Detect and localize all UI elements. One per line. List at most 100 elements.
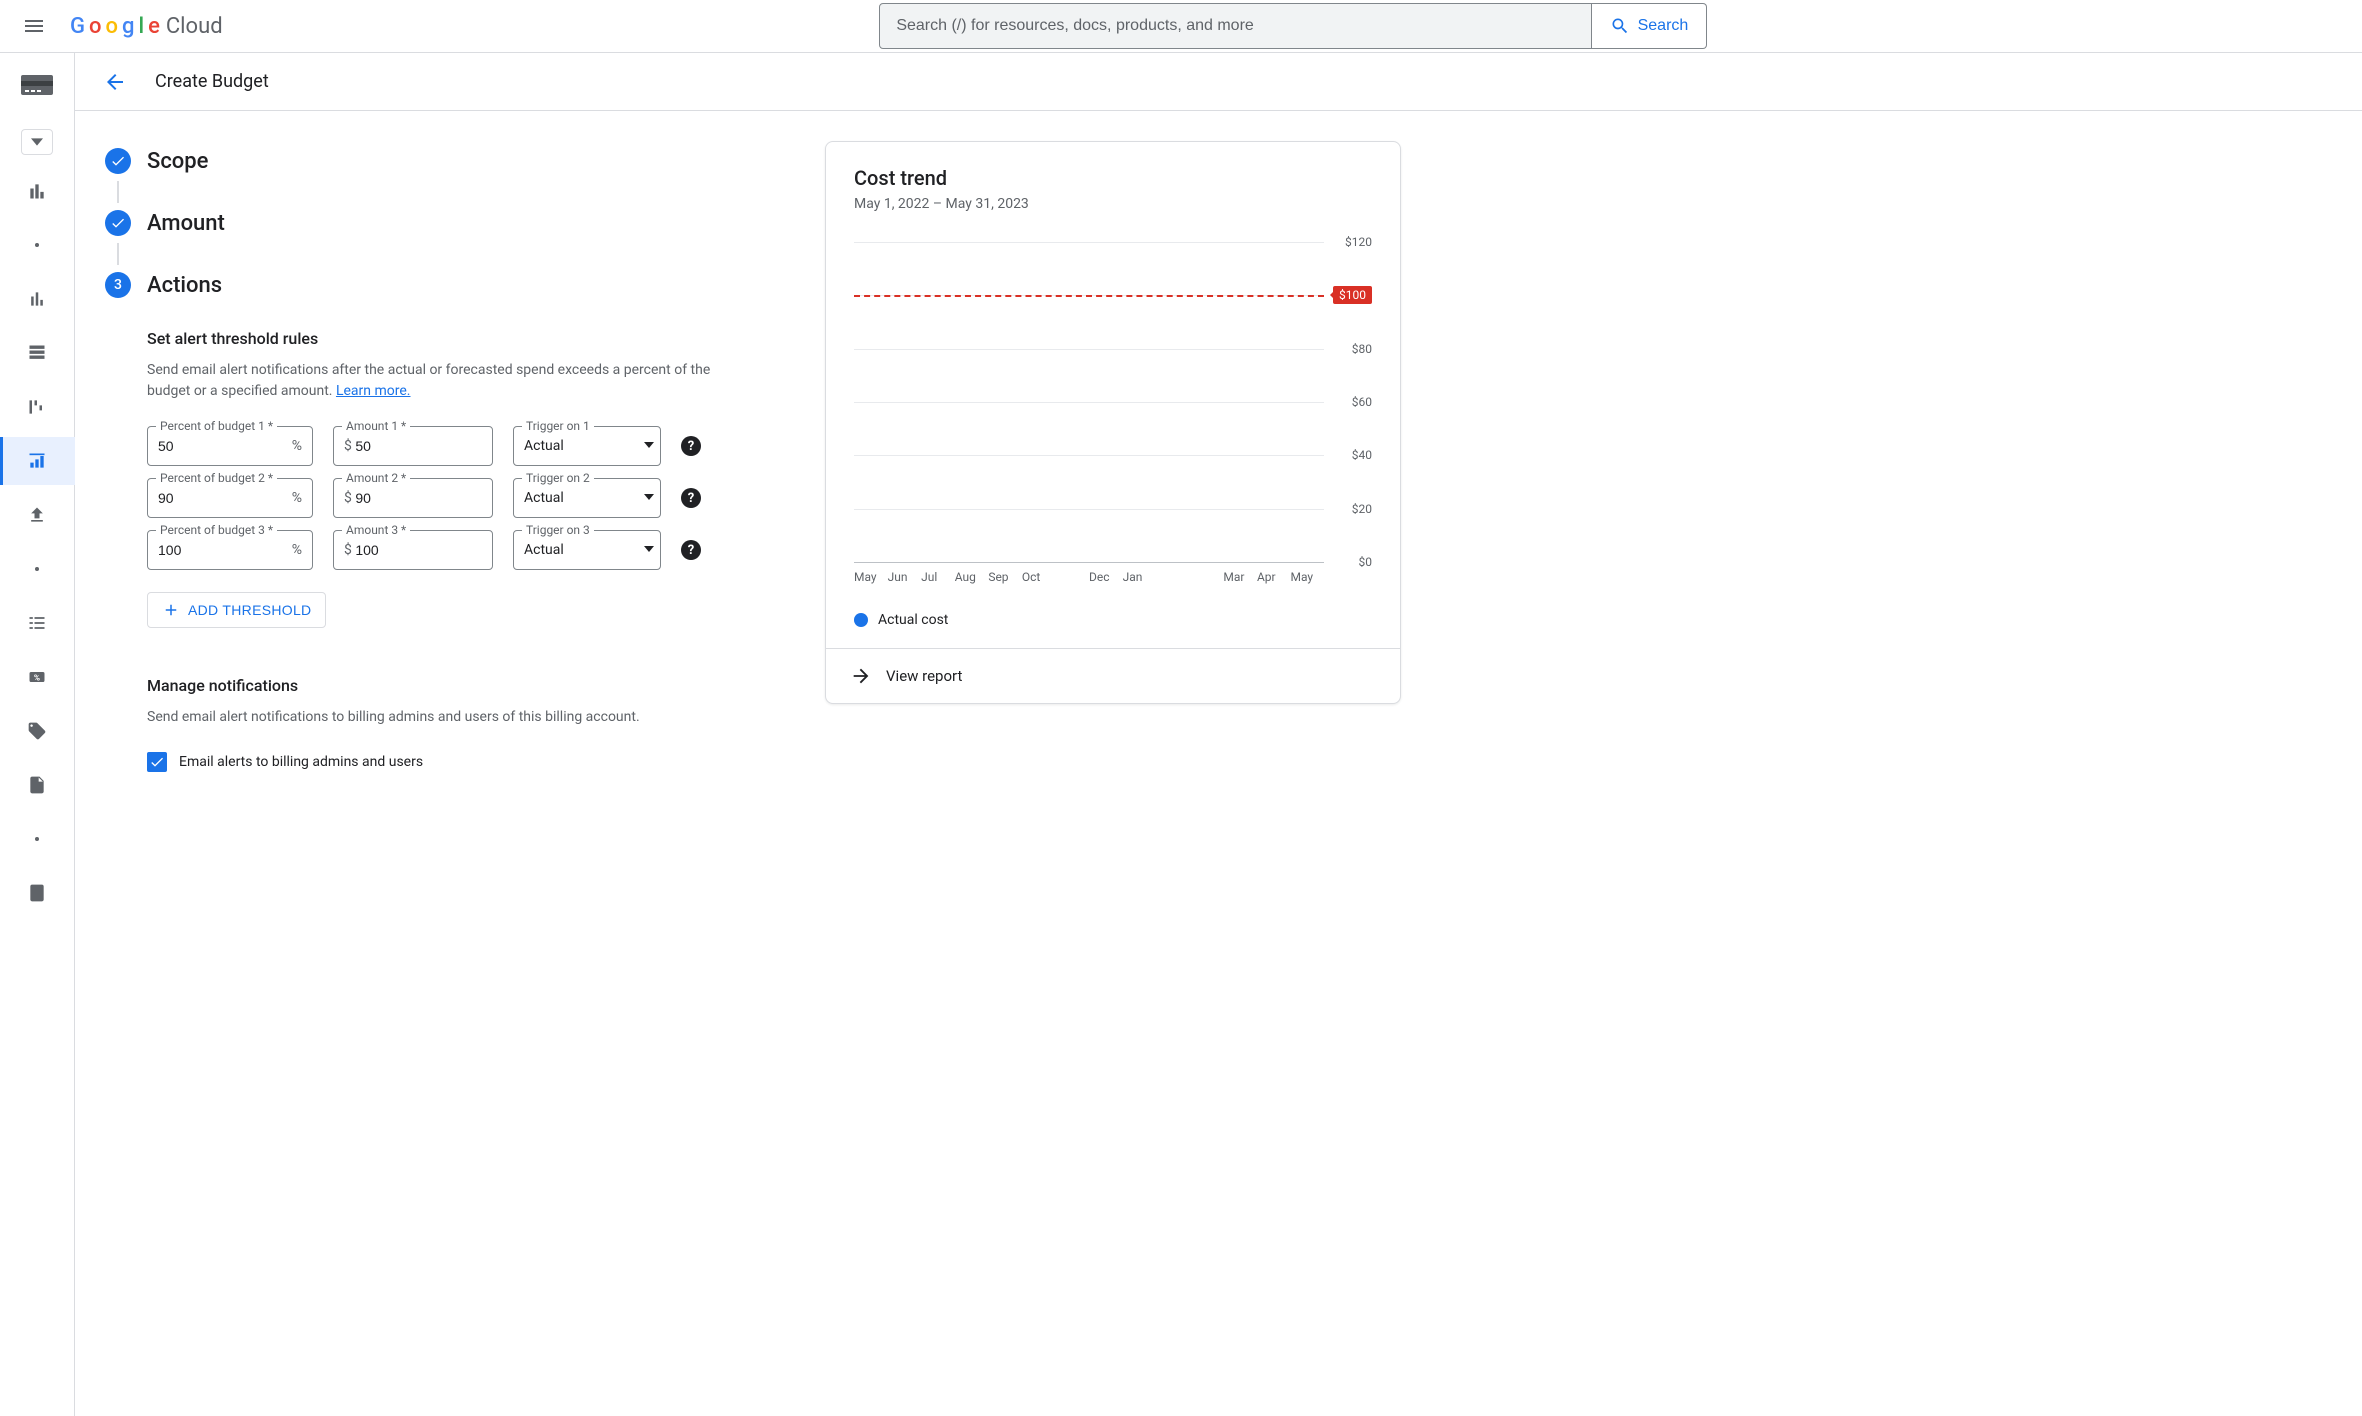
y-axis-label: $80 <box>1352 342 1372 356</box>
field-label: Amount 2 * <box>342 471 410 485</box>
y-axis-label: $120 <box>1345 235 1372 249</box>
back-button[interactable] <box>95 62 135 102</box>
trigger-value: Actual <box>524 490 564 506</box>
rail-item-commitments[interactable]: % <box>0 653 75 701</box>
percent-field-1[interactable]: Percent of budget 1 * % <box>147 426 313 466</box>
rail-item-tags[interactable] <box>0 707 75 755</box>
percent-input[interactable] <box>158 542 292 558</box>
document-icon <box>27 775 47 795</box>
view-report-button[interactable]: View report <box>826 648 1400 703</box>
amount-input[interactable] <box>355 438 482 454</box>
percent-input[interactable] <box>158 490 292 506</box>
add-threshold-button[interactable]: ADD THRESHOLD <box>147 592 326 628</box>
x-axis-labels: MayJunJulAugSepOctDecJanMarAprMay <box>854 570 1324 584</box>
legend-dot-icon <box>854 613 868 627</box>
stepper: Scope Amount 3 Actions <box>105 141 785 305</box>
chevron-down-icon <box>644 542 654 558</box>
trigger-field-1[interactable]: Trigger on 1 Actual <box>513 426 661 466</box>
rail-item-pricing[interactable] <box>0 599 75 647</box>
step-label: Scope <box>147 149 208 174</box>
field-label: Percent of budget 3 * <box>156 523 277 537</box>
x-axis-label: Dec <box>1089 570 1123 584</box>
help-icon[interactable]: ? <box>681 436 701 456</box>
rail-item-notes[interactable] <box>0 869 75 917</box>
percent-input[interactable] <box>158 438 292 454</box>
percent-field-3[interactable]: Percent of budget 3 * % <box>147 530 313 570</box>
amount-input[interactable] <box>355 490 482 506</box>
billing-product-icon[interactable] <box>13 67 61 103</box>
x-axis-label: Oct <box>1022 570 1056 584</box>
rail-item-dot-1[interactable] <box>0 221 75 269</box>
trigger-field-2[interactable]: Trigger on 2 Actual <box>513 478 661 518</box>
rail-item-export[interactable] <box>0 491 75 539</box>
x-axis-label <box>1156 570 1190 584</box>
threshold-description: Send email alert notifications after the… <box>147 360 747 402</box>
rail-item-cost-table[interactable] <box>0 329 75 377</box>
nav-menu-button[interactable] <box>10 2 58 50</box>
grid-line <box>854 349 1324 350</box>
bars-icon <box>27 181 47 201</box>
search-container: Search <box>879 3 1707 49</box>
step-number: 3 <box>105 272 131 298</box>
percent-suffix: % <box>292 438 302 454</box>
step-scope[interactable]: Scope <box>105 141 785 181</box>
trigger-field-3[interactable]: Trigger on 3 Actual <box>513 530 661 570</box>
page-header: Create Budget <box>75 53 2362 111</box>
chart-subtitle: May 1, 2022 – May 31, 2023 <box>854 196 1372 212</box>
rail-item-billing[interactable] <box>0 761 75 809</box>
step-label: Amount <box>147 211 225 236</box>
amount-field-1[interactable]: Amount 1 * $ <box>333 426 493 466</box>
field-label: Trigger on 3 <box>522 523 594 537</box>
add-threshold-label: ADD THRESHOLD <box>188 602 311 618</box>
hamburger-icon <box>22 14 46 38</box>
list-icon <box>27 613 47 633</box>
amount-field-2[interactable]: Amount 2 * $ <box>333 478 493 518</box>
rail-item-overview[interactable] <box>0 167 75 215</box>
amount-field-3[interactable]: Amount 3 * $ <box>333 530 493 570</box>
search-button[interactable]: Search <box>1592 3 1708 49</box>
y-axis-label: $40 <box>1352 448 1372 462</box>
rail-dropdown-toggle[interactable] <box>21 129 53 155</box>
grid-line <box>854 402 1324 403</box>
grid-line <box>854 455 1324 456</box>
x-axis-label: Aug <box>955 570 989 584</box>
help-icon[interactable]: ? <box>681 540 701 560</box>
step-amount[interactable]: Amount <box>105 203 785 243</box>
google-cloud-logo[interactable]: Google Cloud <box>70 14 223 39</box>
email-alerts-checkbox-row: Email alerts to billing admins and users <box>147 752 785 772</box>
x-axis-label: May <box>1291 570 1325 584</box>
step-check-icon <box>105 210 131 236</box>
dollar-prefix: $ <box>344 542 355 558</box>
search-input[interactable] <box>896 17 1574 35</box>
percent-suffix: % <box>292 490 302 506</box>
rail-item-breakdown[interactable] <box>0 383 75 431</box>
rail-item-reports[interactable] <box>0 275 75 323</box>
search-button-label: Search <box>1638 17 1689 35</box>
grid-line <box>854 509 1324 510</box>
budget-line <box>854 295 1324 297</box>
trigger-value: Actual <box>524 438 564 454</box>
email-alerts-checkbox[interactable] <box>147 752 167 772</box>
amount-input[interactable] <box>355 542 482 558</box>
learn-more-link[interactable]: Learn more. <box>336 383 411 399</box>
search-input-wrap <box>879 3 1591 49</box>
x-axis-label: May <box>854 570 888 584</box>
threshold-row: Percent of budget 3 * % Amount 3 * $ Tri… <box>147 530 785 570</box>
field-label: Amount 1 * <box>342 419 410 433</box>
help-icon[interactable]: ? <box>681 488 701 508</box>
rail-item-dot-3[interactable] <box>0 815 75 863</box>
left-nav-rail: % <box>0 53 75 1416</box>
chevron-down-icon <box>31 136 43 148</box>
field-label: Percent of budget 1 * <box>156 419 277 433</box>
y-axis-label: $0 <box>1359 555 1373 569</box>
percent-field-2[interactable]: Percent of budget 2 * % <box>147 478 313 518</box>
x-axis-label: Jan <box>1123 570 1157 584</box>
notes-icon <box>27 883 47 903</box>
threshold-row: Percent of budget 2 * % Amount 2 * $ Tri… <box>147 478 785 518</box>
trigger-value: Actual <box>524 542 564 558</box>
rail-item-budgets[interactable] <box>0 437 75 485</box>
threshold-title: Set alert threshold rules <box>147 329 785 348</box>
field-label: Percent of budget 2 * <box>156 471 277 485</box>
rail-item-dot-2[interactable] <box>0 545 75 593</box>
step-actions[interactable]: 3 Actions <box>105 265 785 305</box>
